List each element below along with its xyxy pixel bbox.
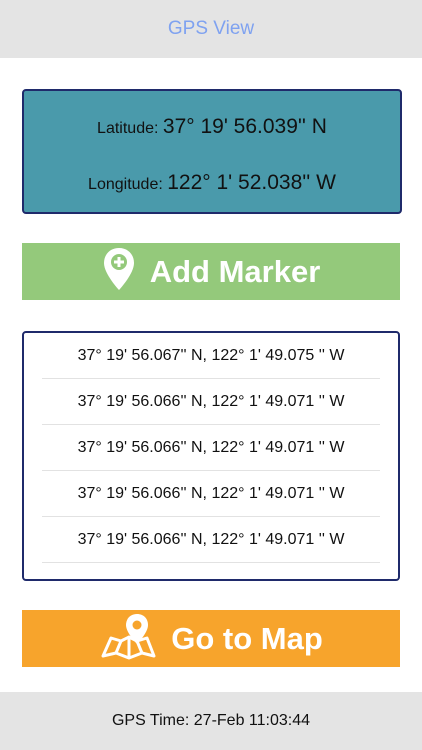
list-item[interactable]: 37° 19' 56.066'' N, 122° 1' 49.071 '' W: [42, 379, 380, 425]
add-marker-button[interactable]: Add Marker: [22, 243, 400, 300]
folded-map-pin-icon: [99, 612, 157, 665]
list-item[interactable]: 37° 19' 56.066'' N, 122° 1' 49.071 '' W: [42, 563, 380, 580]
marker-list-content: 37° 19' 56.067'' N, 122° 1' 49.075 '' W3…: [42, 333, 398, 580]
latitude-label: Latitude:: [97, 120, 159, 137]
add-marker-label: Add Marker: [149, 253, 321, 289]
longitude-value: 122° 1' 52.038'' W: [167, 171, 336, 194]
longitude-row: Longitude: 122° 1' 52.038'' W: [24, 171, 400, 195]
list-item[interactable]: 37° 19' 56.067'' N, 122° 1' 49.075 '' W: [42, 333, 380, 379]
go-to-map-button[interactable]: Go to Map: [22, 610, 400, 667]
latitude-value: 37° 19' 56.039'' N: [162, 115, 327, 138]
page-title: GPS View: [167, 18, 255, 39]
longitude-label: Longitude:: [88, 176, 163, 193]
current-coordinates-panel: Latitude: 37° 19' 56.039'' N Longitude: …: [22, 89, 402, 214]
list-item[interactable]: 37° 19' 56.066'' N, 122° 1' 49.071 '' W: [42, 425, 380, 471]
navigation-bar: GPS View: [0, 0, 422, 58]
latitude-row: Latitude: 37° 19' 56.039'' N: [24, 115, 400, 139]
list-item[interactable]: 37° 19' 56.066'' N, 122° 1' 49.071 '' W: [42, 471, 380, 517]
gps-time-footer: GPS Time: 27-Feb 11:03:44: [0, 692, 422, 750]
location-pin-plus-icon: [102, 247, 136, 296]
gps-time-text: GPS Time: 27-Feb 11:03:44: [111, 712, 311, 729]
marker-list[interactable]: 37° 19' 56.067'' N, 122° 1' 49.075 '' W3…: [22, 331, 400, 581]
list-item[interactable]: 37° 19' 56.066'' N, 122° 1' 49.071 '' W: [42, 517, 380, 563]
go-to-map-label: Go to Map: [171, 620, 323, 656]
